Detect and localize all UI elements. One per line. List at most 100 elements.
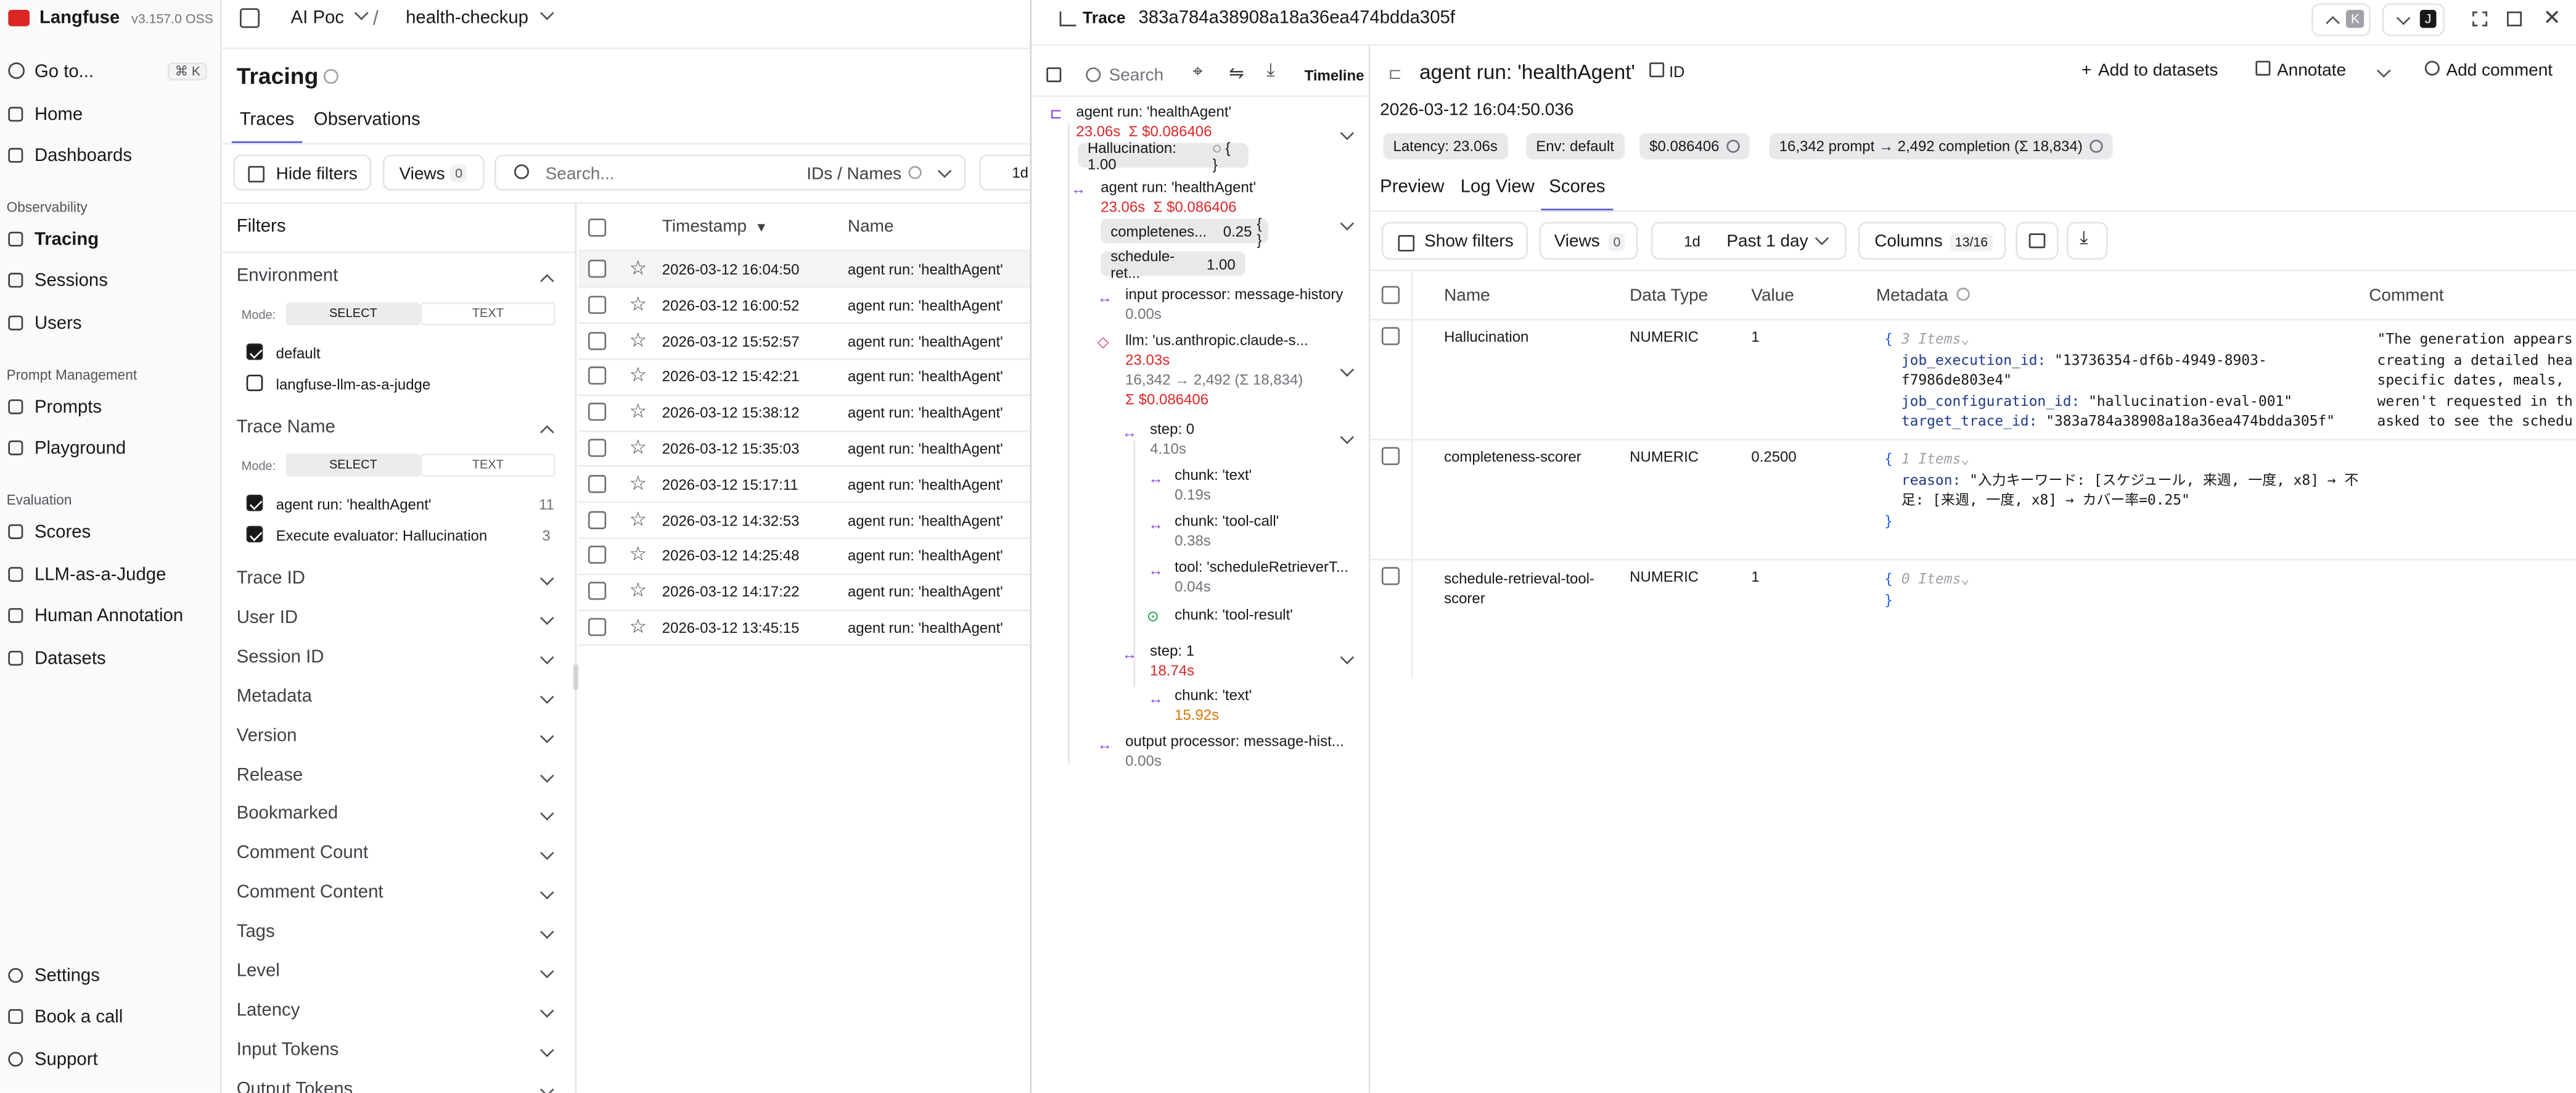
score-badge-completeness[interactable]: completenes... 0.25{ }: [1101, 215, 1268, 247]
tree-node-agent[interactable]: agent run: 'healthAgent' 23.06s Σ $0.086…: [1101, 178, 1256, 217]
tab-log-view[interactable]: Log View: [1461, 178, 1535, 197]
org-selector[interactable]: AI Poc: [291, 6, 369, 28]
filter-environment-header[interactable]: Environment: [237, 266, 559, 293]
close-icon[interactable]: ✕: [2543, 5, 2561, 31]
score-metadata-json[interactable]: { 1 Items⌄ reason: "入力キーワード: [スケジュール, 来週…: [1884, 450, 2358, 532]
prev-trace-button[interactable]: K: [2311, 3, 2371, 36]
score-metadata-json[interactable]: { 0 Items⌄ }: [1884, 571, 1969, 612]
export-button[interactable]: ⤓: [2066, 221, 2108, 260]
star-icon[interactable]: ☆: [630, 364, 647, 387]
row-checkbox[interactable]: [588, 331, 607, 350]
goto-button[interactable]: Go to... ⌘ K: [3, 56, 210, 89]
row-checkbox[interactable]: [588, 403, 607, 421]
row-checkbox[interactable]: [588, 367, 607, 386]
table-row[interactable]: ☆ 2026-03-12 13:45:15 agent run: 'healthAg…: [578, 610, 1032, 645]
tab-preview[interactable]: Preview: [1380, 178, 1444, 197]
nav-llm-judge[interactable]: LLM-as-a-Judge: [0, 557, 220, 593]
search-type-select[interactable]: IDs / Names: [806, 164, 901, 184]
mode-text-toggle[interactable]: TEXT: [420, 302, 556, 326]
tree-node-step0[interactable]: step: 0 4.10s: [1150, 419, 1194, 458]
nav-human-annotation[interactable]: Human Annotation: [0, 598, 220, 635]
mode-select-toggle[interactable]: SELECT: [285, 302, 421, 326]
tree-node-step1[interactable]: step: 1 18.74s: [1150, 641, 1194, 680]
row-checkbox[interactable]: [588, 546, 607, 564]
resize-handle[interactable]: [573, 664, 578, 691]
filter-trace-id-header[interactable]: Trace ID: [237, 569, 559, 595]
show-filters-button[interactable]: Show filters: [1381, 221, 1528, 260]
row-checkbox[interactable]: [588, 295, 607, 314]
tree-node-chunk-result[interactable]: chunk: 'tool-result': [1175, 605, 1293, 625]
row-checkbox[interactable]: [588, 474, 607, 493]
star-icon[interactable]: ☆: [630, 615, 647, 638]
col-data-type-header[interactable]: Data Type: [1630, 286, 1708, 306]
project-selector[interactable]: health-checkup: [406, 6, 554, 28]
detail-date-range-button[interactable]: 1d Past 1 day: [1651, 221, 1847, 260]
table-row[interactable]: ☆ 2026-03-12 14:17:22 agent run: 'healthAg…: [578, 574, 1032, 608]
sidebar-toggle-icon[interactable]: [240, 8, 260, 28]
star-icon[interactable]: ☆: [630, 257, 647, 279]
row-checkbox[interactable]: [588, 259, 607, 278]
graph-icon[interactable]: ⌖: [1192, 62, 1203, 84]
table-row[interactable]: ☆ 2026-03-12 15:17:11 agent run: 'healthAg…: [578, 466, 1032, 501]
table-row[interactable]: ☆ 2026-03-12 15:42:21 agent run: 'healthAg…: [578, 359, 1032, 394]
add-comment-button[interactable]: Add comment: [2424, 60, 2553, 81]
tab-observations[interactable]: Observations: [314, 110, 420, 130]
col-value-header[interactable]: Value: [1751, 286, 1794, 306]
scores-select-all-checkbox[interactable]: [1381, 286, 1400, 304]
nav-support[interactable]: Support: [0, 1042, 220, 1078]
star-icon[interactable]: ☆: [630, 543, 647, 566]
tab-traces[interactable]: Traces: [231, 109, 303, 145]
nav-scores[interactable]: Scores: [0, 514, 220, 551]
tree-node-llm[interactable]: llm: 'us.anthropic.claude-s... 23.03s 16…: [1125, 331, 1308, 410]
row-checkbox[interactable]: [588, 582, 607, 601]
filter-session-id-header[interactable]: Session ID: [237, 647, 559, 674]
row-checkbox[interactable]: [588, 510, 607, 529]
star-icon[interactable]: ☆: [630, 435, 647, 458]
tree-node-input-processor[interactable]: input processor: message-history 0.00s: [1125, 284, 1343, 324]
copy-id-button[interactable]: ID: [1649, 62, 1684, 82]
star-icon[interactable]: ☆: [630, 507, 647, 530]
table-row[interactable]: ☆ 2026-03-12 14:32:53 agent run: 'healthAg…: [578, 502, 1032, 537]
annotate-button[interactable]: Annotate: [2255, 60, 2346, 81]
info-icon[interactable]: [323, 68, 338, 84]
detail-views-button[interactable]: Views 0: [1539, 221, 1638, 260]
filter-metadata-header[interactable]: Metadata: [237, 687, 559, 713]
open-new-tab-icon[interactable]: [2507, 11, 2522, 27]
filter-comment-count-header[interactable]: Comment Count: [237, 844, 559, 870]
filter-input-tokens-header[interactable]: Input Tokens: [237, 1040, 559, 1066]
table-row[interactable]: ☆ 2026-03-12 15:38:12 agent run: 'healthAg…: [578, 395, 1032, 429]
nav-tracing[interactable]: Tracing: [0, 222, 220, 258]
tree-node-chunk-text[interactable]: chunk: 'text' 0.19s: [1175, 465, 1252, 505]
col-timestamp-header[interactable]: Timestamp ▼: [662, 217, 768, 237]
tree-node-chunk-tool-call[interactable]: chunk: 'tool-call' 0.38s: [1175, 511, 1279, 551]
nav-prompts[interactable]: Prompts: [0, 389, 220, 426]
nav-sessions[interactable]: Sessions: [0, 263, 220, 299]
search-input[interactable]: Search...: [546, 164, 615, 184]
row-height-button[interactable]: [2016, 221, 2059, 260]
star-icon[interactable]: ☆: [630, 400, 647, 423]
nav-book-call[interactable]: Book a call: [0, 999, 220, 1036]
col-metadata-header[interactable]: Metadata: [1876, 286, 1969, 306]
tree-node-root[interactable]: agent run: 'healthAgent' 23.06s Σ $0.086…: [1076, 102, 1231, 141]
row-checkbox[interactable]: [588, 439, 607, 457]
views-button[interactable]: Views 0: [382, 154, 485, 191]
filter-level-header[interactable]: Level: [237, 962, 559, 988]
hide-filters-button[interactable]: Hide filters: [233, 154, 372, 191]
select-all-checkbox[interactable]: [588, 218, 607, 237]
timeline-toggle[interactable]: Timeline: [1305, 67, 1364, 84]
score-badge-schedule[interactable]: schedule-ret... 1.00: [1101, 247, 1245, 280]
tokens-badge[interactable]: 16,342 prompt → 2,492 completion (Σ 18,8…: [1769, 133, 2112, 160]
filter-tags-header[interactable]: Tags: [237, 922, 559, 949]
score-row-checkbox[interactable]: [1381, 567, 1400, 585]
star-icon[interactable]: ☆: [630, 579, 647, 601]
tree-node-tool[interactable]: tool: 'scheduleRetrieverT... 0.04s: [1175, 557, 1348, 596]
tab-scores[interactable]: Scores: [1541, 178, 1614, 212]
filter-trace-name-header[interactable]: Trace Name: [237, 418, 559, 444]
nav-datasets[interactable]: Datasets: [0, 641, 220, 677]
tn-agent-checkbox[interactable]: [246, 495, 263, 511]
star-icon[interactable]: ☆: [630, 328, 647, 351]
table-row[interactable]: ☆ 2026-03-12 15:52:57 agent run: 'healthAg…: [578, 323, 1032, 358]
tree-node-output-processor[interactable]: output processor: message-hist... 0.00s: [1125, 732, 1344, 771]
settings-sliders-icon[interactable]: ⇋: [1229, 62, 1244, 84]
nav-home[interactable]: Home: [0, 97, 220, 133]
